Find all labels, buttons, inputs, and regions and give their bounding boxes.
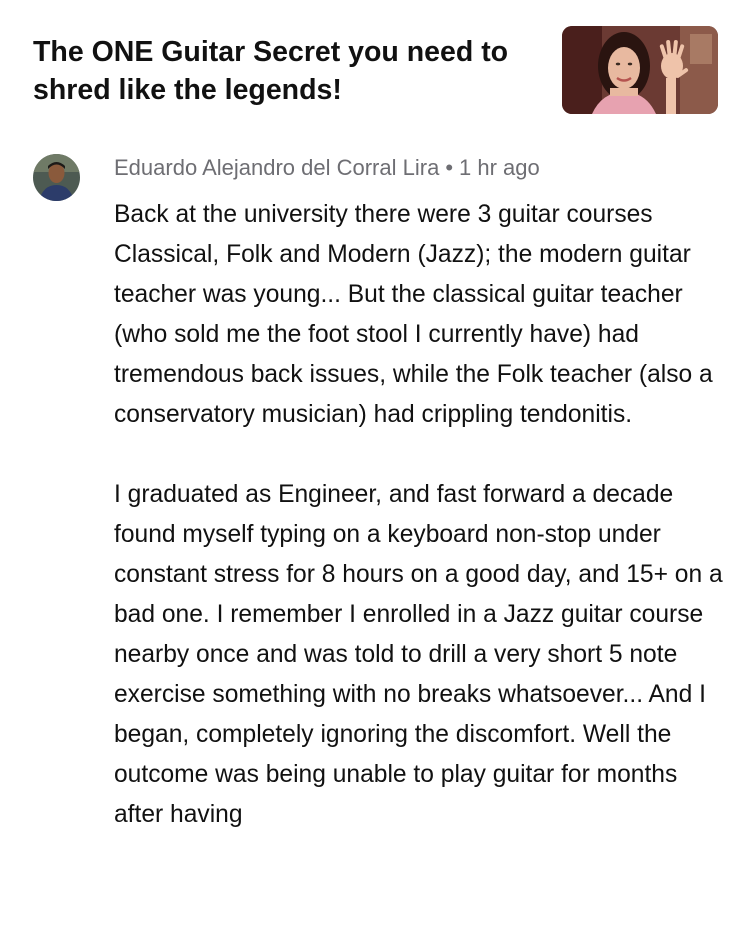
comment-paragraph: Back at the university there were 3 guit…: [114, 201, 713, 428]
comment-paragraph: I graduated as Engineer, and fast forwar…: [114, 481, 723, 828]
thumbnail-image: [562, 26, 718, 114]
meta-separator: •: [445, 155, 454, 180]
video-thumbnail[interactable]: [562, 26, 718, 114]
comment-meta: Eduardo Alejandro del Corral Lira • 1 hr a…: [114, 153, 540, 183]
video-title[interactable]: The ONE Guitar Secret you need to shred …: [33, 33, 543, 109]
comment-body: Back at the university there were 3 guit…: [114, 195, 726, 875]
user-avatar[interactable]: [33, 154, 80, 201]
comment-timestamp: 1 hr ago: [459, 155, 540, 180]
avatar-image: [33, 154, 80, 201]
comment-author[interactable]: Eduardo Alejandro del Corral Lira: [114, 155, 439, 180]
video-header: The ONE Guitar Secret you need to shred …: [0, 0, 750, 130]
